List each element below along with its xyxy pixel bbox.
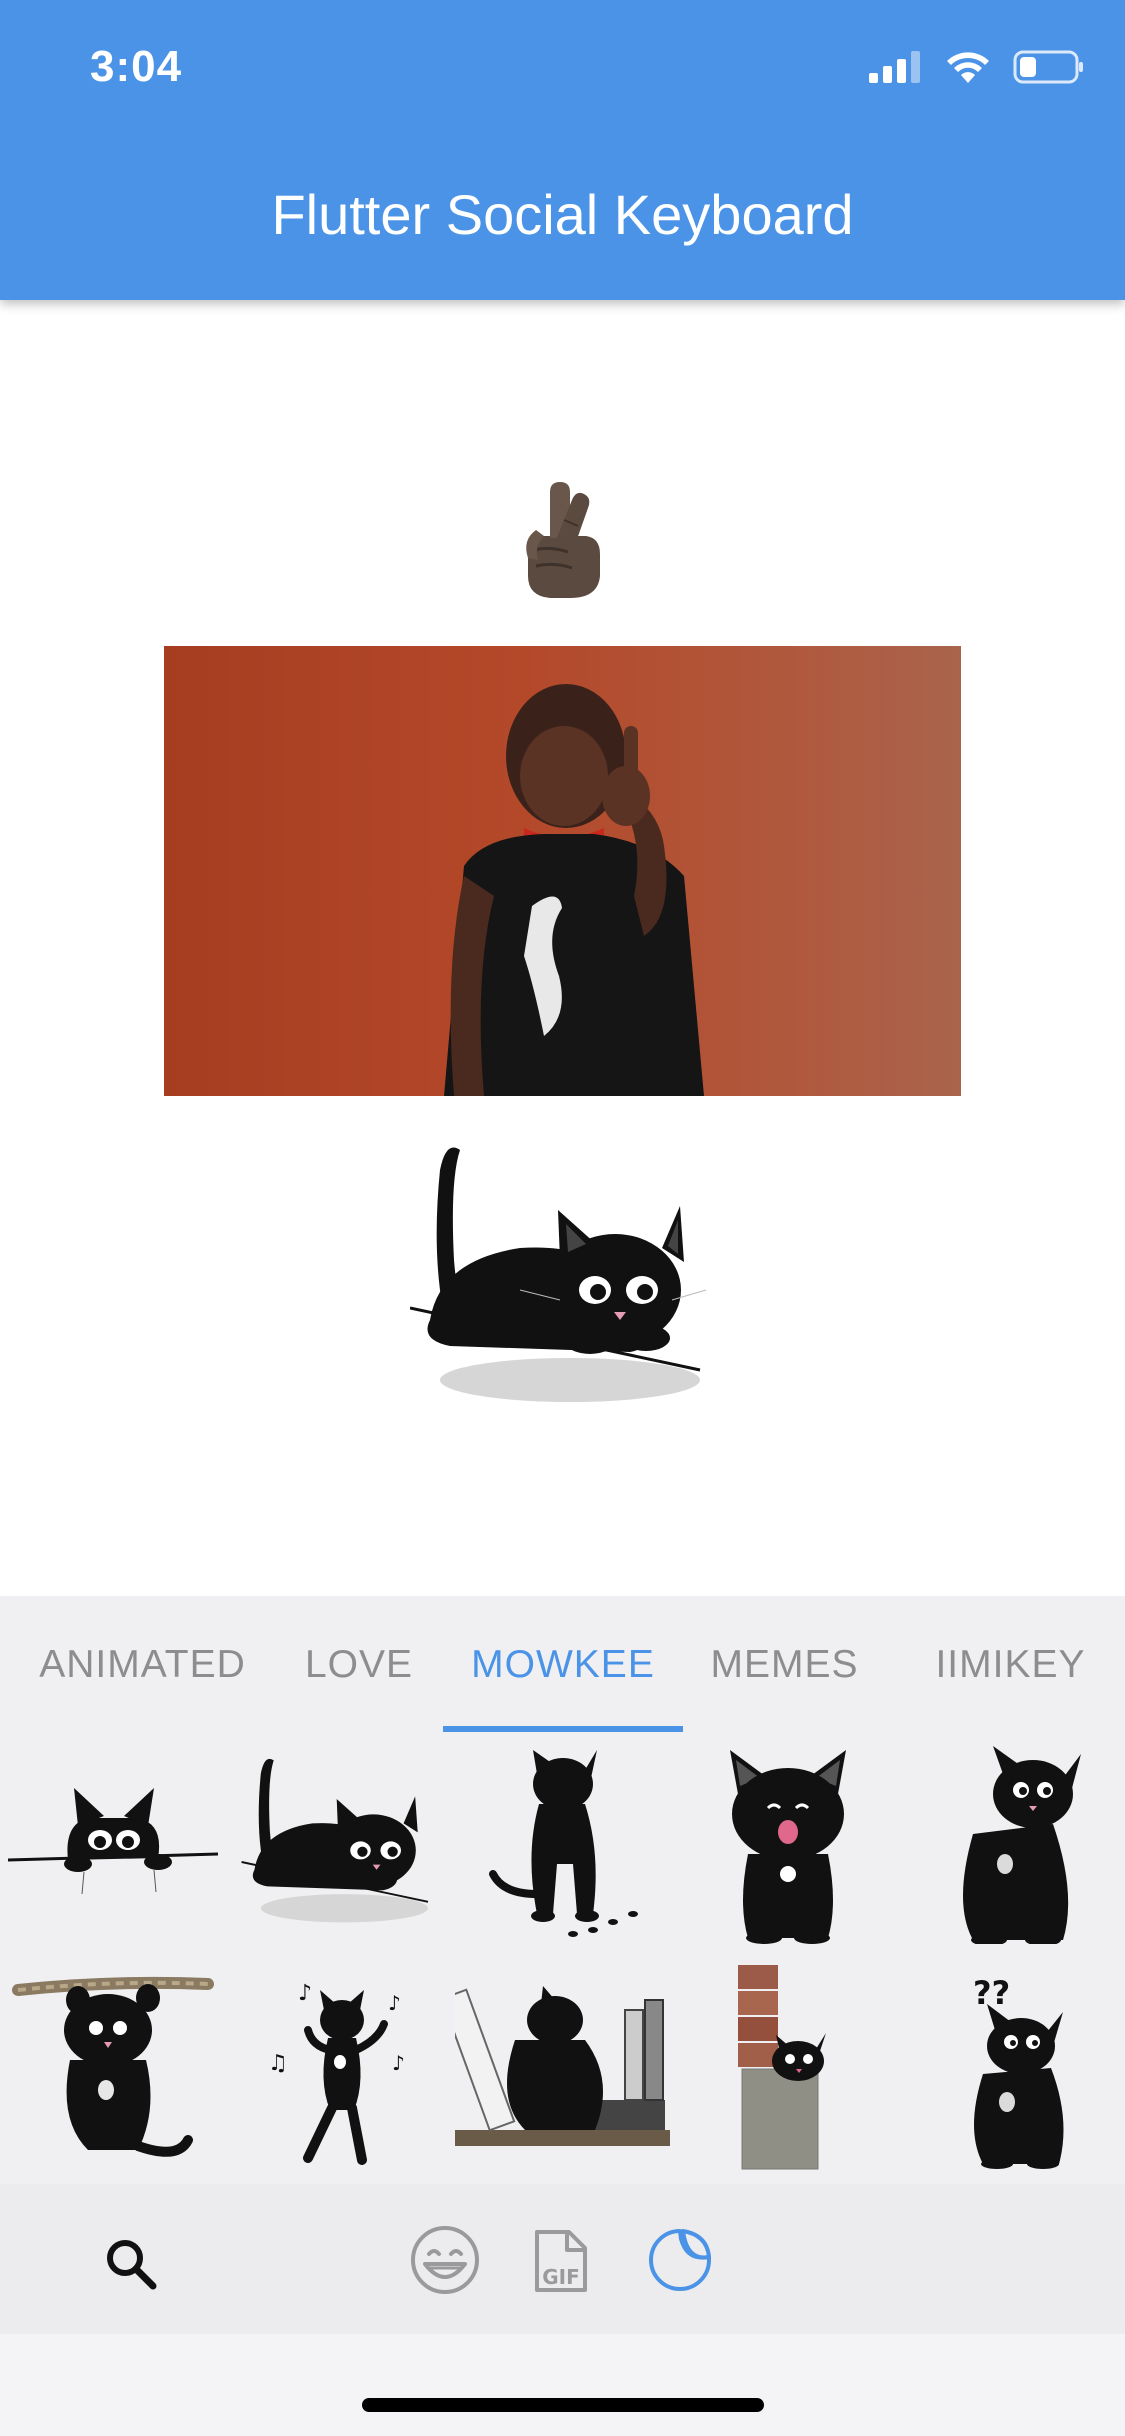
emoji-tab-button[interactable]: [405, 2220, 485, 2300]
sticker-item[interactable]: [675, 1734, 900, 1954]
active-tab-indicator: [443, 1726, 683, 1732]
tab-mowkee[interactable]: MOWKEE: [443, 1596, 683, 1734]
wifi-icon: [947, 52, 989, 83]
gif-message: [164, 646, 961, 1096]
person-gesturing-gif: [444, 684, 704, 1096]
sticker-item[interactable]: [450, 1734, 675, 1954]
smiley-icon: [411, 2226, 479, 2294]
cat-meowing-sticker: [729, 1750, 846, 1944]
svg-text:??: ??: [973, 1974, 1010, 2012]
tab-love[interactable]: LOVE: [285, 1596, 433, 1734]
crossed-fingers-emoji: [526, 482, 600, 598]
cat-dancing-music-sticker: ♪ ♪ ♫ ♪: [268, 1981, 405, 2165]
app-bar: 3:04 Flutter Social Keyboard: [0, 0, 1125, 300]
gif-file-icon: GIF: [535, 2230, 587, 2292]
cat-hanging-on-rope-sticker: [11, 1976, 214, 2157]
svg-text:♪: ♪: [298, 1981, 312, 2006]
sticker-item[interactable]: [225, 1734, 450, 1954]
cat-confused-question-sticker: ??: [973, 1974, 1063, 2169]
gif-tab-button[interactable]: GIF: [525, 2216, 597, 2306]
sticker-item[interactable]: ??: [900, 1960, 1125, 2180]
keyboard-bottom-bar: GIF: [0, 2184, 1125, 2334]
tab-iimikey[interactable]: IIMIKEY: [896, 1596, 1125, 1734]
sticker-item[interactable]: [675, 1960, 900, 2180]
sticker-tab-button[interactable]: [640, 2220, 720, 2300]
search-button[interactable]: [96, 2229, 166, 2299]
cat-behind-wall-sticker: [737, 1965, 826, 2170]
svg-text:♫: ♫: [268, 2051, 288, 2076]
cat-sitting-looking-back-sticker: [962, 1746, 1081, 1944]
sticker-item[interactable]: [0, 1734, 225, 1954]
cat-books-sticker: [455, 1986, 670, 2146]
cat-lying-sticker: [240, 1758, 428, 1923]
battery-icon: [1013, 50, 1083, 84]
sticker-category-tabs: ANIMATED LOVE MOWKEE MEMES IIMIKEY: [0, 1596, 1125, 1734]
sticker-item[interactable]: [900, 1734, 1125, 1954]
sticker-item[interactable]: [450, 1960, 675, 2180]
sticker-item[interactable]: [0, 1960, 225, 2180]
sticker-item[interactable]: ♪ ♪ ♫ ♪: [225, 1960, 450, 2180]
page-title: Flutter Social Keyboard: [271, 183, 854, 246]
app-screen: 3:04 Flutter Social Keyboard ANIMATED LO…: [0, 0, 1125, 2436]
cellular-signal-icon: [869, 51, 920, 83]
home-indicator[interactable]: [362, 2398, 764, 2412]
gif-file-label: GIF: [542, 2265, 580, 2289]
cat-peeking-over-ledge-sticker: [7, 1788, 218, 1895]
search-icon: [107, 2240, 157, 2290]
tab-memes[interactable]: MEMES: [693, 1596, 876, 1734]
tab-animated[interactable]: ANIMATED: [0, 1596, 285, 1734]
sticker-icon: [649, 2229, 711, 2291]
cat-standing-paw-prints-sticker: [488, 1750, 638, 1937]
home-indicator-area: [0, 2334, 1125, 2436]
black-cat-lying-sticker: [410, 1147, 707, 1402]
svg-text:♪: ♪: [388, 1991, 401, 2015]
status-time: 3:04: [90, 42, 183, 91]
status-icons: [869, 50, 1085, 84]
social-keyboard: ANIMATED LOVE MOWKEE MEMES IIMIKEY ♪ ♪ ♫…: [0, 1596, 1125, 2436]
sticker-grid: ♪ ♪ ♫ ♪ ??: [0, 1734, 1125, 2184]
svg-text:♪: ♪: [392, 2051, 405, 2075]
